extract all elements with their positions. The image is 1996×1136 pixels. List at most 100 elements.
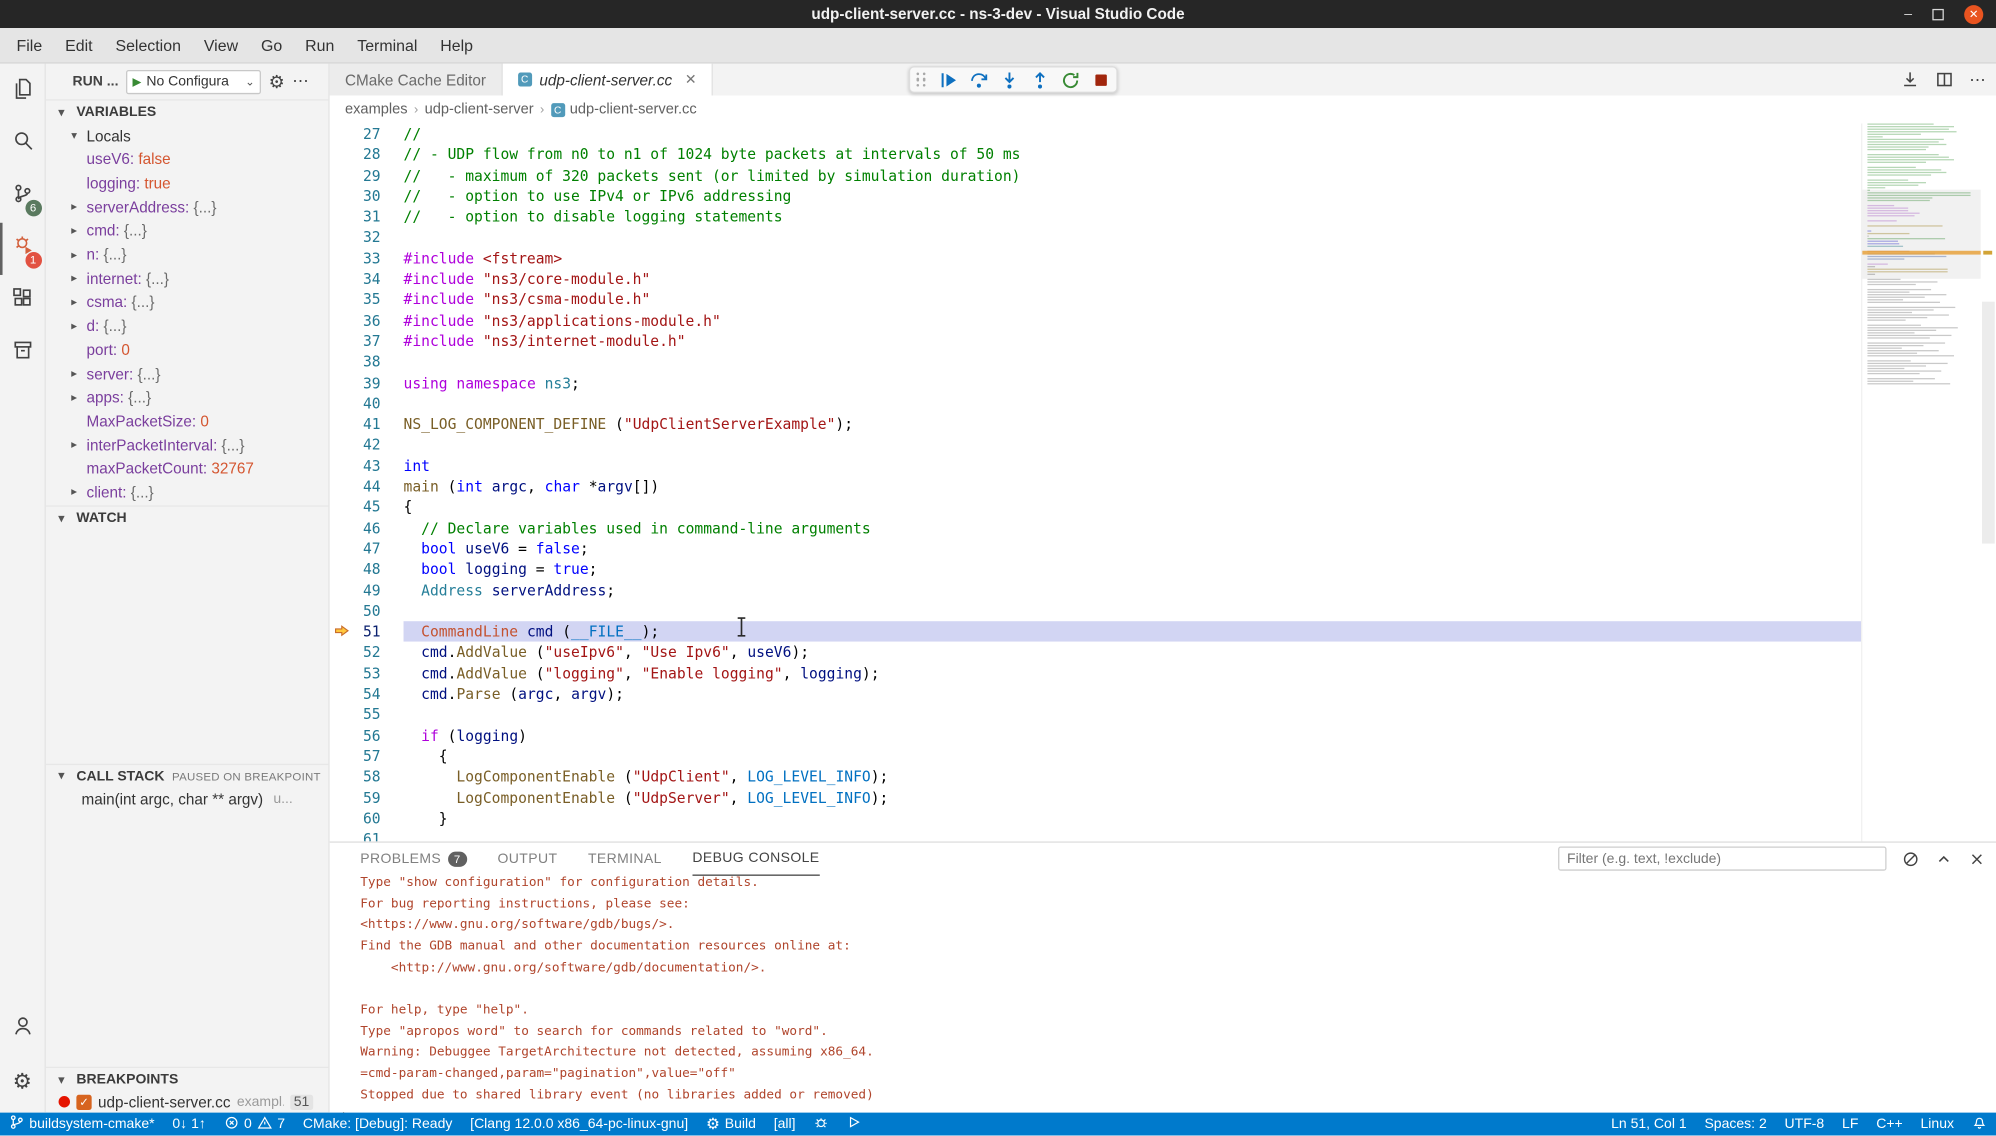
statusbar-language[interactable]: C++ [1867,1113,1911,1136]
gutter-line-51[interactable]: 51 [330,621,404,642]
code-text[interactable]: // [404,123,1862,144]
variable-serverAddress[interactable]: ▸serverAddress: {...} [46,195,329,219]
code-line-44[interactable]: 44main (int argc, char *argv[]) [330,476,1861,497]
gutter-line-32[interactable]: 32 [330,227,404,248]
code-text[interactable]: #include "ns3/csma-module.h" [404,289,1862,310]
code-text[interactable] [404,435,1862,456]
gutter-line-46[interactable]: 46 [330,518,404,539]
code-text[interactable] [404,704,1862,725]
gutter-line-45[interactable]: 45 [330,497,404,518]
console-filter-input[interactable] [1558,847,1886,871]
code-text[interactable]: CommandLine cmd (__FILE__); [404,621,1862,642]
gutter-line-35[interactable]: 35 [330,289,404,310]
code-text[interactable] [404,227,1862,248]
tab-close-icon[interactable]: ✕ [685,71,697,88]
gutter-line-42[interactable]: 42 [330,435,404,456]
code-line-52[interactable]: 52 cmd.AddValue ("useIpv6", "Use Ipv6", … [330,642,1861,663]
gutter-line-43[interactable]: 43 [330,455,404,476]
gutter-line-34[interactable]: 34 [330,269,404,290]
editor-more-icon[interactable]: ⋯ [1969,69,1986,89]
code-text[interactable]: Address serverAddress; [404,580,1862,601]
statusbar-problems[interactable]: 0 7 [215,1113,294,1136]
statusbar-cmake-kit[interactable]: [Clang 12.0.0 x86_64-pc-linux-gnu] [461,1113,697,1136]
code-text[interactable] [404,601,1862,622]
variable-useV6[interactable]: useV6: false [46,148,329,172]
code-text[interactable]: NS_LOG_COMPONENT_DEFINE ("UdpClientServe… [404,414,1862,435]
variable-MaxPacketSize[interactable]: MaxPacketSize: 0 [46,409,329,433]
code-text[interactable]: // - option to use IPv4 or IPv6 addressi… [404,186,1862,207]
activitybar-archive[interactable] [0,327,45,379]
variable-internet[interactable]: ▸internet: {...} [46,267,329,291]
gutter-line-54[interactable]: 54 [330,684,404,705]
code-text[interactable] [404,829,1862,841]
close-icon[interactable]: ✕ [1964,4,1983,23]
start-debugging-icon[interactable]: ▶ [132,76,141,87]
stack-frame[interactable]: main(int argc, char ** argv) u... [46,787,329,811]
tab-problems[interactable]: PROBLEMS 7 [360,843,467,876]
statusbar-os[interactable]: Linux [1912,1113,1963,1136]
gutter-line-41[interactable]: 41 [330,414,404,435]
menu-go[interactable]: Go [250,28,294,62]
debug-console[interactable]: Type "show configuration" for configurat… [330,876,1996,1113]
gutter-line-56[interactable]: 56 [330,725,404,746]
activitybar-settings[interactable]: ⚙ [0,1056,45,1108]
statusbar-build-button[interactable]: ⚙ Build [697,1113,765,1136]
code-line-55[interactable]: 55 [330,704,1861,725]
code-line-39[interactable]: 39using namespace ns3; [330,372,1861,393]
continue-icon[interactable] [937,69,959,91]
tab-debug-console[interactable]: DEBUG CONSOLE [692,843,819,876]
code-line-51[interactable]: 51 CommandLine cmd (__FILE__); [330,621,1861,642]
gutter-line-37[interactable]: 37 [330,331,404,352]
debug-config-dropdown[interactable]: ▶ No Configura ⌄ [126,69,261,93]
gutter-line-53[interactable]: 53 [330,663,404,684]
code-line-59[interactable]: 59 LogComponentEnable ("UdpServer", LOG_… [330,787,1861,808]
code-line-50[interactable]: 50 [330,601,1861,622]
code-line-42[interactable]: 42 [330,435,1861,456]
gutter-line-39[interactable]: 39 [330,372,404,393]
gutter-line-47[interactable]: 47 [330,538,404,559]
gutter-line-30[interactable]: 30 [330,186,404,207]
code-text[interactable]: bool useV6 = false; [404,538,1862,559]
statusbar-branch[interactable]: buildsystem-cmake* [0,1113,163,1136]
code-text[interactable]: // - maximum of 320 packets sent (or lim… [404,165,1862,186]
gutter-line-55[interactable]: 55 [330,704,404,725]
statusbar-encoding[interactable]: UTF-8 [1776,1113,1834,1136]
gutter-line-60[interactable]: 60 [330,808,404,829]
tab-terminal[interactable]: TERMINAL [588,843,662,876]
statusbar-debug-button[interactable] [804,1113,837,1136]
code-text[interactable]: LogComponentEnable ("UdpServer", LOG_LEV… [404,787,1862,808]
toolbar-drag-handle[interactable] [915,72,928,86]
maximize-icon[interactable] [1932,8,1943,19]
debug-gear-icon[interactable]: ⚙ [269,71,285,91]
code-line-31[interactable]: 31// - option to disable logging stateme… [330,206,1861,227]
statusbar-eol[interactable]: LF [1833,1113,1867,1136]
code-line-49[interactable]: 49 Address serverAddress; [330,580,1861,601]
gutter-line-50[interactable]: 50 [330,601,404,622]
menu-help[interactable]: Help [429,28,485,62]
breadcrumb-item-file[interactable]: C udp-client-server.cc [551,102,697,117]
code-line-45[interactable]: 45{ [330,497,1861,518]
statusbar-indentation[interactable]: Spaces: 2 [1696,1113,1776,1136]
code-line-33[interactable]: 33#include <fstream> [330,248,1861,269]
tab-udp-client-server[interactable]: C udp-client-server.cc ✕ [502,64,713,96]
breakpoint-checkbox[interactable]: ✓ [76,1095,91,1110]
statusbar-cursor-position[interactable]: Ln 51, Col 1 [1602,1113,1695,1136]
step-into-icon[interactable] [998,69,1020,91]
breakpoints-section-header[interactable]: ▾ BREAKPOINTS [46,1067,329,1091]
code-line-29[interactable]: 29// - maximum of 320 packets sent (or l… [330,165,1861,186]
variable-csma[interactable]: ▸csma: {...} [46,290,329,314]
code-line-27[interactable]: 27// [330,123,1861,144]
menu-terminal[interactable]: Terminal [346,28,429,62]
variable-apps[interactable]: ▸apps: {...} [46,386,329,410]
variable-maxPacketCount[interactable]: maxPacketCount: 32767 [46,457,329,481]
restart-icon[interactable] [1059,69,1081,91]
activitybar-search[interactable] [0,118,45,170]
code-line-28[interactable]: 28// - UDP flow from n0 to n1 of 1024 by… [330,144,1861,165]
code-text[interactable]: // - option to disable logging statement… [404,206,1862,227]
split-editor-icon[interactable] [1935,70,1954,89]
call-stack-section-header[interactable]: ▾ CALL STACK PAUSED ON BREAKPOINT [46,763,329,787]
gutter-line-59[interactable]: 59 [330,787,404,808]
code-line-36[interactable]: 36#include "ns3/applications-module.h" [330,310,1861,331]
gutter-line-57[interactable]: 57 [330,746,404,767]
locals-scope-row[interactable]: ▾ Locals [46,123,329,147]
